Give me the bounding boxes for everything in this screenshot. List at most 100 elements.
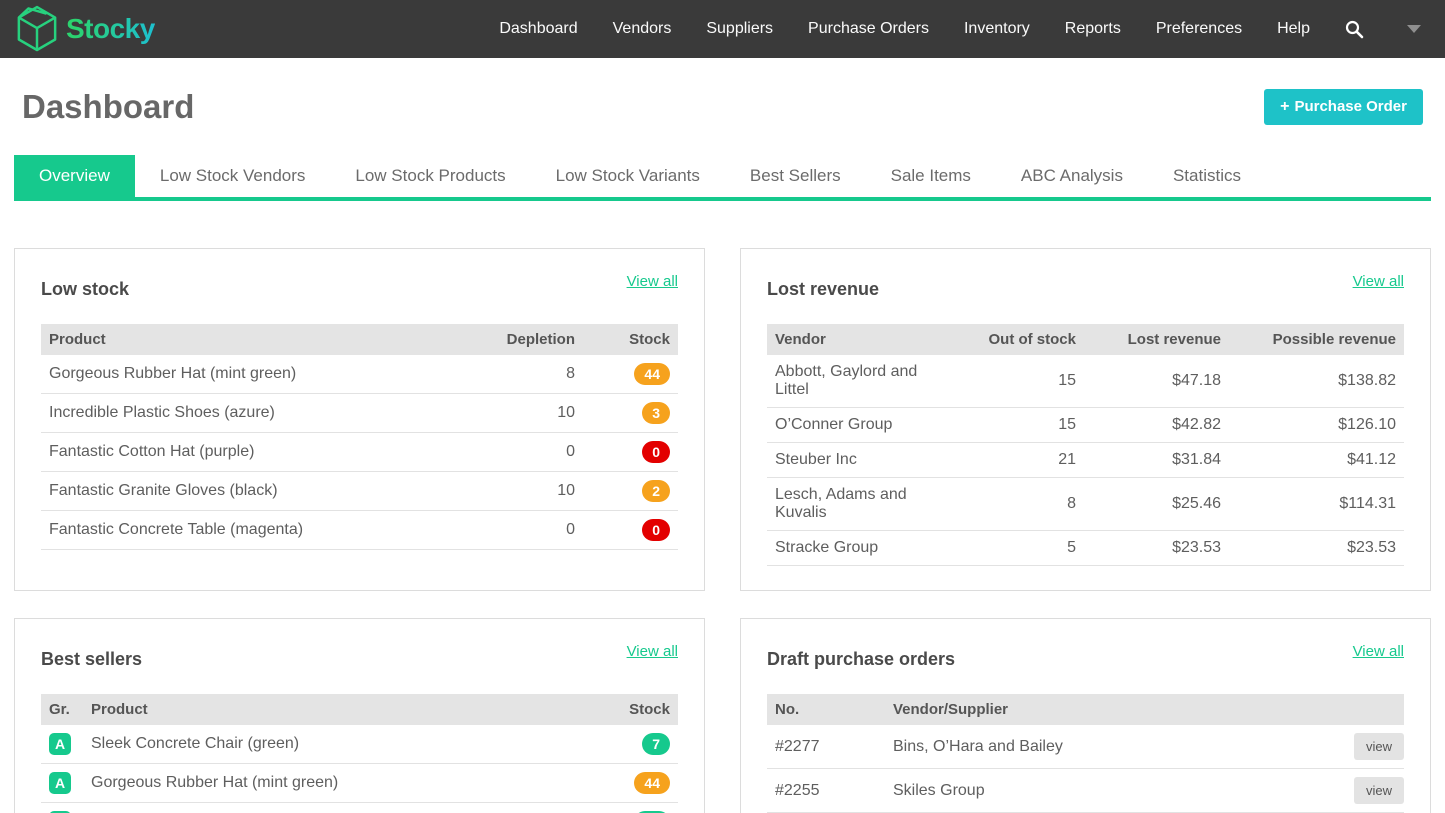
table-row: Fantastic Concrete Table (magenta) 0 0 (41, 511, 678, 550)
table-row: Fantastic Granite Gloves (black) 10 2 (41, 472, 678, 511)
cards-grid: Low stock View all Product Depletion Sto… (14, 248, 1431, 813)
column-header-depletion: Depletion (463, 324, 583, 355)
table-row: A Gorgeous Rubber Hat (mint green) 44 (41, 764, 678, 803)
column-header-vendor-supplier: Vendor/Supplier (885, 694, 1338, 725)
low-stock-table: Product Depletion Stock Gorgeous Rubber … (41, 324, 678, 550)
possible-revenue-value: $41.12 (1229, 443, 1404, 478)
low-stock-card: Low stock View all Product Depletion Sto… (14, 248, 705, 591)
card-title: Lost revenue (767, 273, 879, 300)
table-row: Fantastic Cotton Hat (purple) 0 0 (41, 433, 678, 472)
product-name: Gorgeous Rubber Hat (mint green) (83, 764, 583, 803)
product-name: Gorgeous Rubber Hat (mint green) (41, 355, 463, 394)
tab-statistics[interactable]: Statistics (1148, 155, 1266, 197)
product-name: Fantastic Concrete Table (magenta) (41, 511, 463, 550)
column-header-stock: Stock (583, 324, 678, 355)
stocky-box-icon (16, 5, 58, 53)
out-of-stock-value: 21 (949, 443, 1084, 478)
plus-icon: + (1280, 98, 1289, 115)
page-title: Dashboard (22, 88, 194, 126)
table-row: Lesch, Adams and Kuvalis 8 $25.46 $114.3… (767, 478, 1404, 531)
lost-revenue-view-all-link[interactable]: View all (1353, 273, 1404, 290)
tab-low-stock-products[interactable]: Low Stock Products (330, 155, 530, 197)
low-stock-view-all-link[interactable]: View all (627, 273, 678, 290)
table-row: Incredible Plastic Shoes (azure) 10 3 (41, 394, 678, 433)
stock-badge: 44 (634, 772, 670, 794)
tab-sale-items[interactable]: Sale Items (866, 155, 996, 197)
brand-logo[interactable]: Stocky (16, 5, 155, 53)
view-button[interactable]: view (1354, 733, 1404, 760)
lost-revenue-value: $42.82 (1084, 408, 1229, 443)
lost-revenue-value: $25.46 (1084, 478, 1229, 531)
draft-purchase-orders-card: Draft purchase orders View all No. Vendo… (740, 618, 1431, 813)
tab-best-sellers[interactable]: Best Sellers (725, 155, 866, 197)
po-vendor: Skiles Group (885, 769, 1338, 813)
draft-purchase-orders-view-all-link[interactable]: View all (1353, 643, 1404, 660)
column-header-number: No. (767, 694, 885, 725)
new-purchase-order-button[interactable]: +Purchase Order (1264, 89, 1423, 125)
depletion-value: 8 (463, 355, 583, 394)
possible-revenue-value: $138.82 (1229, 355, 1404, 408)
search-icon[interactable] (1345, 20, 1364, 39)
product-name: Fantastic Granite Gloves (black) (41, 472, 463, 511)
card-title: Low stock (41, 273, 129, 300)
depletion-value: 10 (463, 394, 583, 433)
lost-revenue-value: $23.53 (1084, 531, 1229, 566)
top-navbar: Stocky Dashboard Vendors Suppliers Purch… (0, 0, 1445, 58)
tab-low-stock-vendors[interactable]: Low Stock Vendors (135, 155, 331, 197)
column-header-product: Product (83, 694, 583, 725)
out-of-stock-value: 15 (949, 355, 1084, 408)
page-header: Dashboard +Purchase Order (14, 88, 1431, 126)
table-row: #2255 Skiles Group view (767, 769, 1404, 813)
table-row: Steuber Inc 21 $31.84 $41.12 (767, 443, 1404, 478)
grade-badge: A (49, 772, 71, 794)
lost-revenue-value: $47.18 (1084, 355, 1229, 408)
tab-overview[interactable]: Overview (14, 155, 135, 197)
column-header-product: Product (41, 324, 463, 355)
tab-low-stock-variants[interactable]: Low Stock Variants (531, 155, 725, 197)
main-content: Dashboard +Purchase Order Overview Low S… (0, 88, 1445, 813)
table-row: Gorgeous Rubber Hat (mint green) 8 44 (41, 355, 678, 394)
column-header-grade: Gr. (41, 694, 83, 725)
nav-purchase-orders[interactable]: Purchase Orders (808, 20, 929, 38)
product-name: Small Concrete Table (red) (83, 803, 583, 813)
table-row: #2277 Bins, O’Hara and Bailey view (767, 725, 1404, 769)
vendor-name: Lesch, Adams and Kuvalis (767, 478, 949, 531)
column-header-actions (1338, 694, 1404, 725)
table-row: A Sleek Concrete Chair (green) 7 (41, 725, 678, 764)
table-row: A Small Concrete Table (red) 20 (41, 803, 678, 813)
table-row: Abbott, Gaylord and Littel 15 $47.18 $13… (767, 355, 1404, 408)
nav-suppliers[interactable]: Suppliers (706, 20, 773, 38)
po-number: #2277 (767, 725, 885, 769)
nav-vendors[interactable]: Vendors (613, 20, 672, 38)
depletion-value: 0 (463, 511, 583, 550)
stock-badge: 7 (642, 733, 670, 755)
tab-abc-analysis[interactable]: ABC Analysis (996, 155, 1148, 197)
card-title: Draft purchase orders (767, 643, 955, 670)
draft-purchase-orders-table: No. Vendor/Supplier #2277 Bins, O’Hara a… (767, 694, 1404, 813)
column-header-vendor: Vendor (767, 324, 949, 355)
stock-badge: 2 (642, 480, 670, 502)
table-row: O’Conner Group 15 $42.82 $126.10 (767, 408, 1404, 443)
table-row: Stracke Group 5 $23.53 $23.53 (767, 531, 1404, 566)
stock-badge: 0 (642, 441, 670, 463)
product-name: Fantastic Cotton Hat (purple) (41, 433, 463, 472)
best-sellers-table: Gr. Product Stock A Sleek Concrete Chair… (41, 694, 678, 813)
depletion-value: 0 (463, 433, 583, 472)
product-name: Sleek Concrete Chair (green) (83, 725, 583, 764)
lost-revenue-card: Lost revenue View all Vendor Out of stoc… (740, 248, 1431, 591)
nav-help[interactable]: Help (1277, 20, 1310, 38)
view-button[interactable]: view (1354, 777, 1404, 804)
column-header-possible-revenue: Possible revenue (1229, 324, 1404, 355)
possible-revenue-value: $23.53 (1229, 531, 1404, 566)
nav-inventory[interactable]: Inventory (964, 20, 1030, 38)
best-sellers-view-all-link[interactable]: View all (627, 643, 678, 660)
vendor-name: Steuber Inc (767, 443, 949, 478)
chevron-down-icon[interactable] (1407, 25, 1421, 33)
stock-badge: 3 (642, 402, 670, 424)
out-of-stock-value: 15 (949, 408, 1084, 443)
vendor-name: Stracke Group (767, 531, 949, 566)
nav-reports[interactable]: Reports (1065, 20, 1121, 38)
dashboard-tabs: Overview Low Stock Vendors Low Stock Pro… (14, 155, 1431, 201)
nav-dashboard[interactable]: Dashboard (499, 20, 577, 38)
nav-preferences[interactable]: Preferences (1156, 20, 1242, 38)
